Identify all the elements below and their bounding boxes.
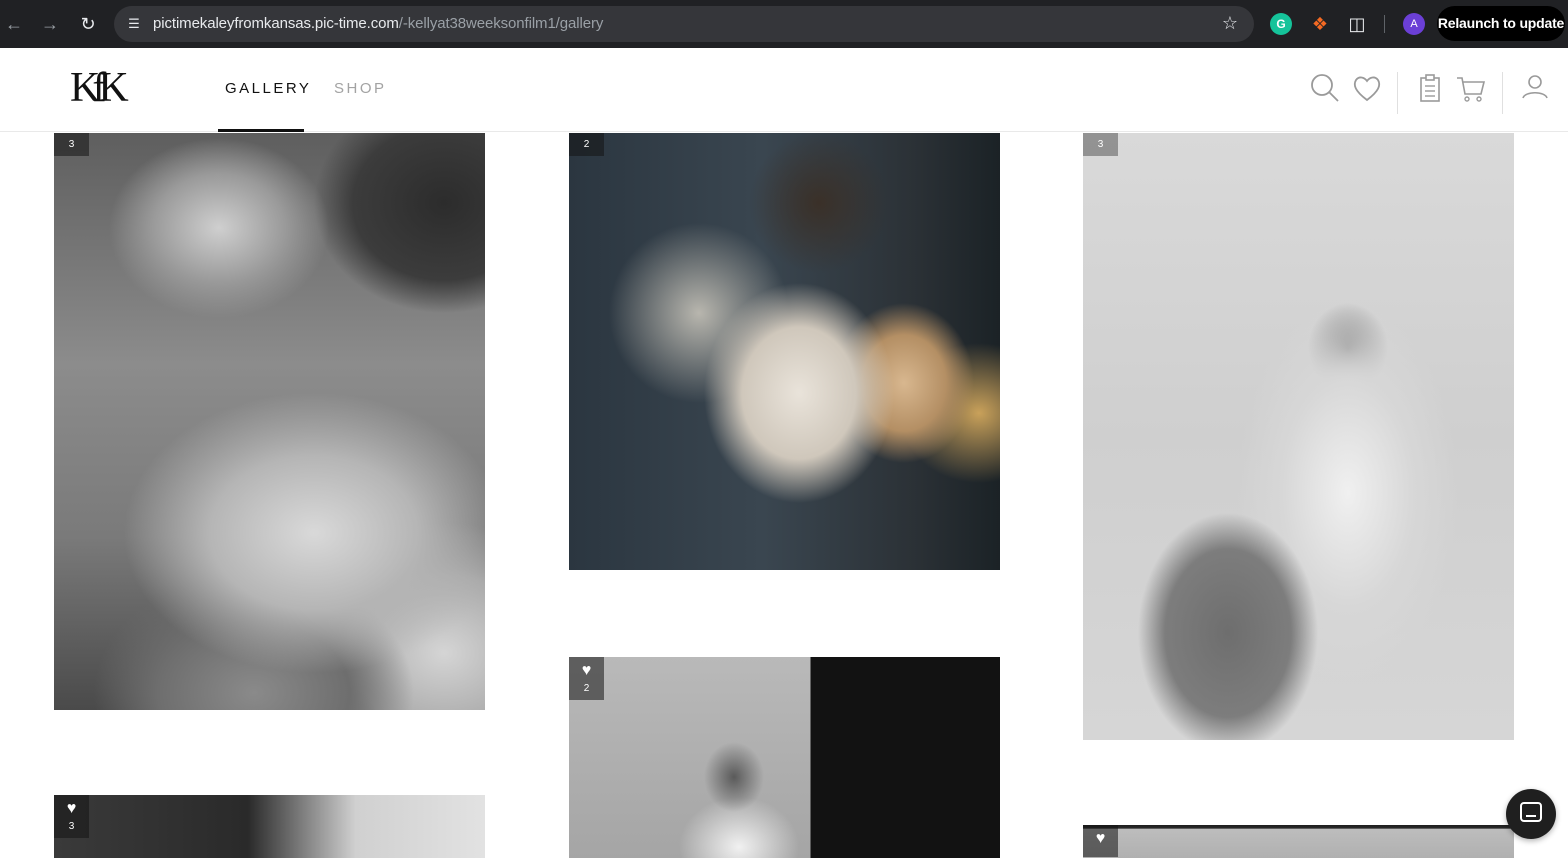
photo-image [569,133,1000,570]
photo-count: 2 [583,139,590,150]
url-path: /-kellyat38weeksonfilm1/gallery [398,15,604,32]
site-header: KfK GALLERY SHOP [0,48,1568,132]
gallery-photo[interactable]: ♥ [1083,825,1514,858]
browser-toolbar: ← → ↻ ☰ pictimekaleyfromkansas.pic-time.… [0,0,1568,48]
favorite-heart-icon[interactable]: ♥ [54,801,89,817]
extension-icon[interactable]: ❖ [1309,13,1331,35]
favorites-heart-icon[interactable] [1351,72,1383,104]
gallery-photo[interactable]: 2 [569,133,1000,570]
photo-image [54,795,485,858]
address-bar[interactable]: ☰ pictimekaleyfromkansas.pic-time.com/-k… [114,6,1254,42]
gallery-photo[interactable]: 3 [1083,133,1514,740]
reload-icon[interactable]: ↻ [76,12,100,36]
photo-badge: ♥ 2 [569,657,604,700]
orders-clipboard-icon[interactable] [1414,72,1446,104]
photo-count: 3 [1097,139,1104,150]
gallery-photo[interactable]: ♥ 2 [569,657,1000,858]
account-icon[interactable] [1519,72,1551,104]
back-icon[interactable]: ← [2,12,26,36]
bookmark-star-icon[interactable]: ☆ [1220,13,1240,33]
chat-launcher-button[interactable] [1506,789,1556,839]
url-text[interactable]: pictimekaleyfromkansas.pic-time.com/-kel… [153,15,603,32]
gallery-photo[interactable]: 3 [54,133,485,710]
photo-count: 3 [68,821,75,832]
extensions-puzzle-icon[interactable]: ◫ [1346,13,1368,35]
grammarly-icon[interactable]: G [1270,13,1292,35]
site-info-icon[interactable]: ☰ [122,12,146,36]
photo-badge: ♥ 3 [54,795,89,838]
header-divider [1397,72,1398,114]
photo-image [1083,133,1514,740]
photo-badge: 3 [1083,133,1118,156]
forward-icon[interactable]: → [38,12,62,36]
photo-image [1083,825,1514,858]
header-divider [1502,72,1503,114]
favorite-heart-icon[interactable]: ♥ [1083,831,1118,847]
search-icon[interactable] [1309,72,1341,104]
photo-badge: 2 [569,133,604,156]
url-host: pictimekaleyfromkansas.pic-time.com [153,15,399,32]
photo-badge: 3 [54,133,89,156]
photo-badge: ♥ [1083,825,1118,857]
photo-count: 2 [583,683,590,694]
profile-avatar[interactable]: A [1403,13,1425,35]
photo-image [569,657,1000,858]
relaunch-button[interactable]: Relaunch to update [1437,6,1565,41]
menu-gallery[interactable]: GALLERY [225,80,311,97]
cart-icon[interactable] [1455,72,1487,104]
chat-icon [1520,802,1542,822]
toolbar-divider [1384,15,1385,33]
photo-image [54,133,485,710]
active-menu-indicator [218,129,304,132]
site-logo[interactable]: KfK [70,62,129,114]
photo-count: 3 [68,139,75,150]
menu-shop[interactable]: SHOP [334,80,387,97]
gallery-photo[interactable]: ♥ 3 [54,795,485,858]
favorite-heart-icon[interactable]: ♥ [569,663,604,679]
